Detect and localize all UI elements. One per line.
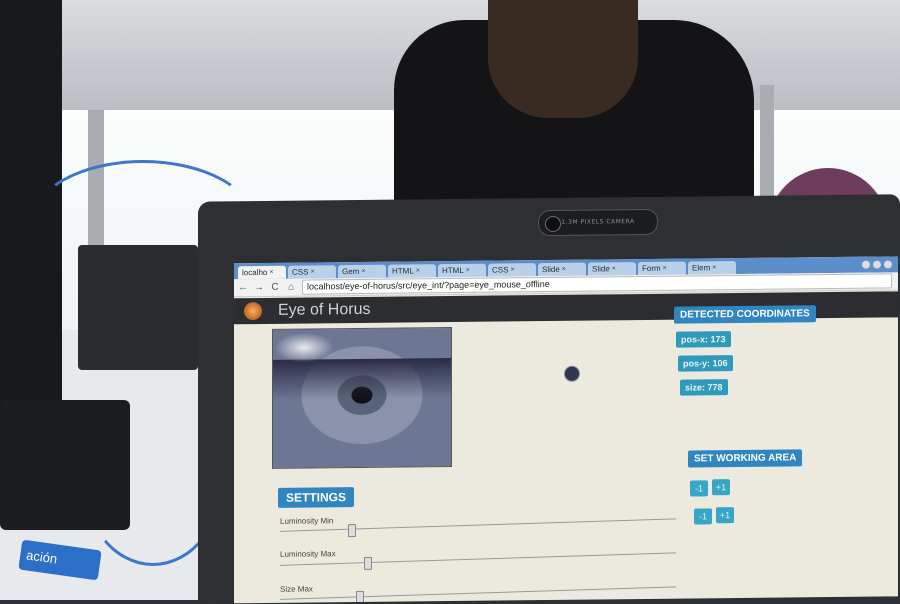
browser-tab[interactable]: Form × (638, 261, 686, 276)
working-area-increase-button[interactable]: +1 (712, 479, 730, 496)
browser-tab[interactable]: Gem × (338, 264, 386, 279)
tab-label: HTML (392, 266, 414, 276)
tab-label: Gem (342, 266, 360, 277)
detected-coordinates-title: DETECTED COORDINATES (674, 305, 816, 324)
size-max-slider-thumb[interactable] (356, 590, 365, 604)
luminosity-min-slider-thumb[interactable] (348, 524, 357, 538)
browser-tab[interactable]: CSS × (288, 265, 336, 279)
extension-icons (862, 256, 898, 272)
eyelid-shadow (273, 358, 451, 400)
tab-label: Slide (542, 264, 560, 275)
browser-tab[interactable]: HTML × (388, 264, 436, 278)
forward-arrow-icon[interactable]: → (254, 282, 264, 293)
settings-title: SETTINGS (278, 487, 355, 508)
luminosity-min-label: Luminosity Min (280, 516, 334, 526)
close-icon[interactable]: × (562, 263, 566, 276)
webcam-label: 1.3M PIXELS CAMERA (561, 218, 635, 226)
pos-y-readout: pos-y: 106 (678, 355, 733, 372)
reload-icon[interactable]: C (270, 282, 280, 293)
pos-x-readout: pos-x: 173 (676, 331, 731, 348)
luminosity-min-slider[interactable] (279, 518, 676, 532)
eye-logo-icon (244, 302, 262, 321)
close-icon[interactable]: × (510, 263, 514, 276)
tab-label: Form (642, 263, 661, 274)
browser-tab[interactable]: localho × (238, 265, 286, 280)
tab-label: Elem (692, 263, 711, 273)
luminosity-max-slider-thumb[interactable] (364, 556, 373, 570)
camera-lens-icon (545, 215, 561, 233)
browser-tab[interactable]: Slide × (588, 262, 636, 276)
back-arrow-icon[interactable]: ← (238, 282, 248, 293)
size-readout: size: 778 (680, 379, 728, 396)
luminosity-max-label: Luminosity Max (280, 549, 336, 559)
app-title: Eye of Horus (278, 300, 371, 319)
tab-label: Slide (592, 264, 610, 274)
close-icon[interactable]: × (361, 265, 365, 278)
luminosity-max-slider[interactable] (279, 552, 676, 566)
extension-icon[interactable] (862, 260, 870, 269)
close-icon[interactable]: × (466, 264, 470, 277)
close-icon[interactable]: × (663, 262, 667, 275)
window-frame (760, 85, 774, 205)
working-area-decrease-button[interactable]: -1 (694, 508, 712, 525)
size-max-slider[interactable] (279, 586, 676, 600)
working-area-increase-button[interactable]: +1 (716, 507, 734, 524)
browser-tab[interactable]: Elem × (688, 261, 736, 275)
close-icon[interactable]: × (310, 265, 314, 278)
tab-label: HTML (442, 265, 464, 276)
browser-tab[interactable]: CSS × (488, 263, 536, 277)
webcam: 1.3M PIXELS CAMERA (538, 208, 658, 237)
close-icon[interactable]: × (712, 261, 716, 274)
home-icon[interactable]: ⌂ (286, 282, 296, 293)
person-hair (488, 0, 638, 118)
close-icon[interactable]: × (416, 264, 420, 277)
extension-icon[interactable] (884, 260, 892, 269)
browser-tab[interactable]: Slide × (538, 262, 586, 277)
working-area-decrease-button[interactable]: -1 (690, 480, 708, 497)
gaze-cursor (564, 365, 580, 382)
tab-label: localho (242, 267, 268, 278)
tab-label: CSS (292, 267, 309, 277)
tab-label: CSS (492, 265, 509, 275)
size-max-label: Size Max (280, 584, 313, 594)
browser-tab[interactable]: HTML × (438, 263, 486, 278)
close-icon[interactable]: × (612, 262, 616, 275)
laptop-bezel: 1.3M PIXELS CAMERA (198, 194, 900, 265)
laptop-screen: localho × CSS × Gem × HTML × HTML × CSS × Slid… (234, 256, 898, 604)
extension-icon[interactable] (873, 260, 881, 269)
laptop: 1.3M PIXELS CAMERA localho × CSS × Gem × HT… (198, 194, 900, 604)
close-icon[interactable]: × (269, 266, 273, 279)
set-working-area-title: SET WORKING AREA (688, 449, 803, 468)
